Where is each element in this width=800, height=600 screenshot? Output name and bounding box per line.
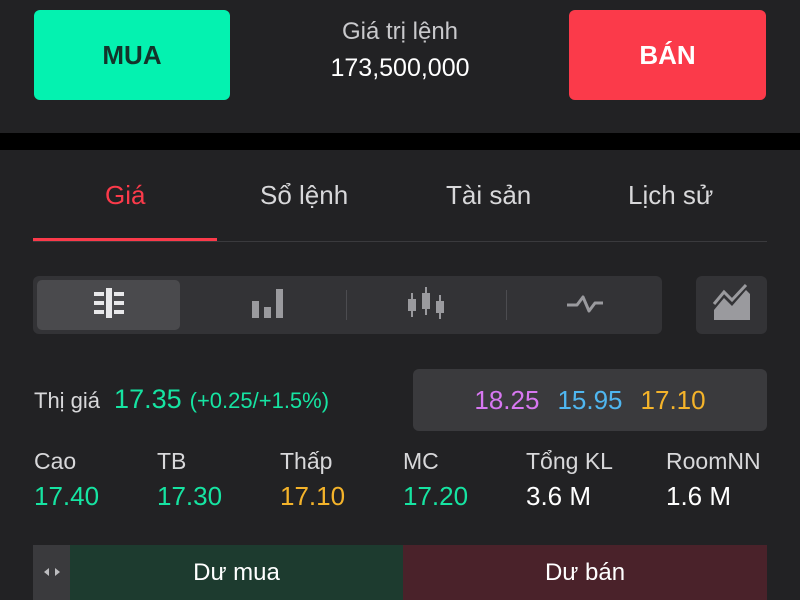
market-price-row: Thị giá 17.35 (+0.25/+1.5%) bbox=[34, 384, 329, 415]
market-price-value: 17.35 bbox=[114, 384, 182, 414]
sell-depth-header: Dư bán bbox=[403, 545, 767, 600]
order-depth-header: Dư mua Dư bán bbox=[33, 545, 767, 600]
market-price-label: Thị giá bbox=[34, 388, 101, 413]
left-right-arrows-icon bbox=[43, 566, 60, 580]
stat-value: 17.40 bbox=[34, 481, 100, 511]
order-value-amount: 173,500,000 bbox=[330, 54, 470, 82]
stat-value: 3.6 M bbox=[526, 481, 592, 511]
view-mode-price-ladder[interactable] bbox=[37, 280, 180, 330]
sell-button[interactable]: BÁN bbox=[569, 10, 766, 100]
stock-info-panel: Giá Sổ lệnh Tài sản Lịch sử Thị giá 17.3… bbox=[0, 150, 800, 600]
expand-collapse-handle[interactable] bbox=[33, 545, 70, 600]
stat-value: 17.10 bbox=[280, 481, 346, 511]
view-mode-switch bbox=[33, 276, 662, 334]
tab-assets[interactable]: Tài sản bbox=[446, 180, 531, 211]
price-limits-box: 18.25 15.95 17.10 bbox=[413, 369, 767, 431]
reference-price[interactable]: 17.10 bbox=[641, 385, 706, 416]
tab-history[interactable]: Lịch sử bbox=[628, 180, 713, 211]
segment-divider bbox=[506, 290, 507, 320]
stat-label: Cao bbox=[34, 448, 77, 474]
stat-label: Thấp bbox=[280, 448, 333, 474]
tab-price[interactable]: Giá bbox=[105, 180, 145, 211]
order-value-label: Giá trị lệnh bbox=[341, 18, 459, 45]
stat-label: RoomNN bbox=[666, 448, 761, 474]
line-chart-icon bbox=[565, 291, 605, 320]
bar-chart-icon bbox=[250, 287, 286, 324]
stat-label: Tổng KL bbox=[526, 448, 613, 474]
floor-price[interactable]: 15.95 bbox=[557, 385, 622, 416]
stat-value: 17.30 bbox=[157, 481, 223, 511]
area-chart-icon bbox=[712, 283, 752, 327]
stat-average: TB 17.30 bbox=[157, 448, 222, 512]
market-price-change: (+0.25/+1.5%) bbox=[189, 388, 330, 413]
active-tab-indicator bbox=[33, 238, 217, 241]
tab-bar: Giá Sổ lệnh Tài sản Lịch sử bbox=[33, 150, 767, 242]
ceiling-price[interactable]: 18.25 bbox=[474, 385, 539, 416]
view-mode-candlestick[interactable] bbox=[351, 280, 501, 330]
tab-order-book[interactable]: Sổ lệnh bbox=[260, 180, 348, 211]
buy-depth-header: Dư mua bbox=[70, 545, 403, 600]
buy-button[interactable]: MUA bbox=[34, 10, 230, 100]
stat-total-volume: Tổng KL 3.6 M bbox=[526, 448, 613, 512]
stat-low: Thấp 17.10 bbox=[280, 448, 345, 512]
view-mode-line-chart[interactable] bbox=[511, 280, 658, 330]
stat-value: 1.6 M bbox=[666, 481, 732, 511]
stat-label: MC bbox=[403, 448, 439, 474]
segment-divider bbox=[346, 290, 347, 320]
stat-value: 17.20 bbox=[403, 481, 469, 511]
order-panel: MUA Giá trị lệnh 173,500,000 BÁN bbox=[0, 0, 800, 133]
stat-label: TB bbox=[157, 448, 187, 474]
stat-match-price: MC 17.20 bbox=[403, 448, 468, 512]
order-value: Giá trị lệnh 173,500,000 bbox=[290, 18, 510, 83]
stat-high: Cao 17.40 bbox=[34, 448, 99, 512]
view-mode-bar-chart[interactable] bbox=[193, 280, 343, 330]
price-ladder-icon bbox=[91, 287, 127, 324]
area-chart-button[interactable] bbox=[696, 276, 767, 334]
stat-foreign-room: RoomNN 1.6 M bbox=[666, 448, 761, 512]
candlestick-icon bbox=[406, 285, 446, 326]
